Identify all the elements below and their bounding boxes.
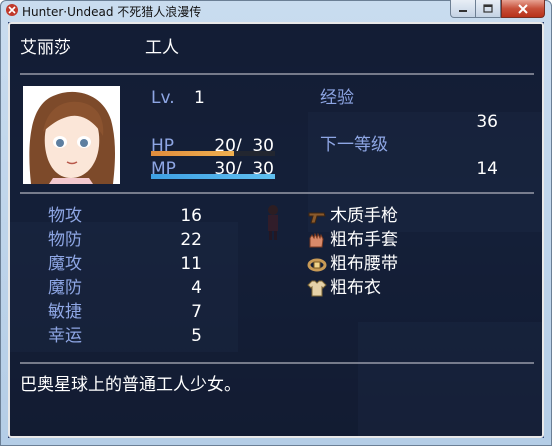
- param-label: 敏捷: [48, 302, 82, 322]
- next-level-label: 下一等级: [320, 135, 388, 155]
- close-icon: [518, 3, 528, 14]
- minimize-button[interactable]: [450, 0, 476, 18]
- param-label: 魔攻: [48, 254, 82, 274]
- param-value: 16: [180, 206, 202, 226]
- equip-name: 粗布衣: [330, 278, 381, 298]
- param-label: 物防: [48, 230, 82, 250]
- divider-top: [20, 73, 534, 75]
- param-value: 11: [180, 254, 202, 274]
- actor-class: 工人: [145, 38, 179, 58]
- hp-gauge: [151, 151, 275, 156]
- param-label: 幸运: [48, 326, 82, 346]
- equip-name: 木质手枪: [330, 206, 398, 226]
- maximize-button[interactable]: [475, 0, 501, 18]
- param-value: 5: [191, 326, 202, 346]
- level-label: Lv.: [151, 88, 175, 108]
- gloves-icon: [309, 232, 324, 248]
- param-value: 7: [191, 302, 202, 322]
- level-value: 1: [194, 88, 205, 108]
- exp-label: 经验: [320, 88, 354, 108]
- app-icon: [6, 4, 18, 16]
- divider-middle: [20, 192, 534, 194]
- actor-profile: 巴奥星球上的普通工人少女。: [20, 375, 241, 395]
- clothes-icon: [307, 280, 327, 297]
- status-window: 艾丽莎 工人 Lv. 1 HP 20 / 30 MP 30 / 30 经验 36…: [8, 22, 544, 438]
- equip-name: 粗布手套: [330, 230, 398, 250]
- mp-gauge: [151, 174, 275, 179]
- actor-portrait: [23, 86, 120, 184]
- param-label: 魔防: [48, 278, 82, 298]
- next-level-value: 14: [476, 159, 498, 179]
- belt-icon: [307, 258, 327, 272]
- maximize-icon: [483, 4, 493, 13]
- actor-name: 艾丽莎: [20, 38, 71, 58]
- equip-name: 粗布腰带: [330, 254, 398, 274]
- window-title: Hunter·Undead 不死猎人浪漫传: [22, 5, 202, 19]
- hp-gauge-fill: [151, 151, 234, 156]
- divider-bottom: [20, 362, 534, 364]
- exp-value: 36: [476, 112, 498, 132]
- close-button[interactable]: [501, 0, 545, 18]
- title-bar[interactable]: Hunter·Undead 不死猎人浪漫传: [0, 0, 552, 22]
- mp-gauge-fill: [151, 174, 275, 179]
- param-label: 物攻: [48, 206, 82, 226]
- minimize-icon: [459, 9, 467, 12]
- param-value: 22: [180, 230, 202, 250]
- pistol-icon: [308, 212, 326, 224]
- param-value: 4: [191, 278, 202, 298]
